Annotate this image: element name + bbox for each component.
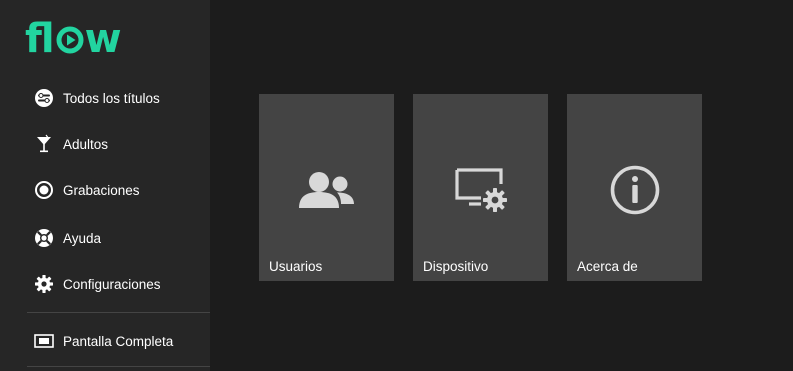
users-icon (259, 164, 394, 216)
info-icon (567, 164, 702, 216)
logo-play-icon (56, 26, 84, 54)
switch-icon (34, 88, 54, 108)
tile-usuarios[interactable]: Usuarios (259, 94, 394, 281)
record-icon (34, 180, 54, 200)
tile-dispositivo[interactable]: Dispositivo (413, 94, 548, 281)
sidebar-item-pantalla-completa[interactable]: Pantalla Completa (34, 329, 173, 353)
sidebar: fl w Todos los títulos Adultos Grabacion… (0, 0, 210, 371)
sidebar-item-label: Todos los títulos (63, 90, 160, 106)
sidebar-item-label: Configuraciones (63, 276, 161, 292)
sidebar-divider (27, 366, 210, 367)
gear-icon (34, 274, 54, 294)
sidebar-item-label: Grabaciones (63, 182, 140, 198)
tile-label: Acerca de (577, 259, 638, 274)
sidebar-item-label: Pantalla Completa (63, 333, 174, 349)
cocktail-icon (34, 134, 54, 154)
sidebar-item-grabaciones[interactable]: Grabaciones (34, 178, 140, 202)
fullscreen-icon (34, 331, 54, 351)
tile-acerca-de[interactable]: Acerca de (567, 94, 702, 281)
sidebar-divider (27, 312, 210, 313)
sidebar-item-ayuda[interactable]: Ayuda (34, 226, 101, 250)
device-settings-icon (413, 164, 548, 216)
sidebar-item-label: Adultos (63, 136, 109, 152)
logo-text-right: w (84, 16, 122, 62)
sidebar-item-adultos[interactable]: Adultos (34, 132, 108, 156)
lifebuoy-icon (34, 228, 54, 248)
sidebar-item-todos-los-titulos[interactable]: Todos los títulos (34, 86, 160, 110)
flow-logo: fl w (25, 19, 122, 59)
sidebar-item-configuraciones[interactable]: Configuraciones (34, 272, 161, 296)
sidebar-item-label: Ayuda (63, 230, 102, 246)
tile-label: Usuarios (269, 259, 323, 274)
tile-label: Dispositivo (423, 259, 489, 274)
logo-text-left: fl (25, 16, 55, 62)
